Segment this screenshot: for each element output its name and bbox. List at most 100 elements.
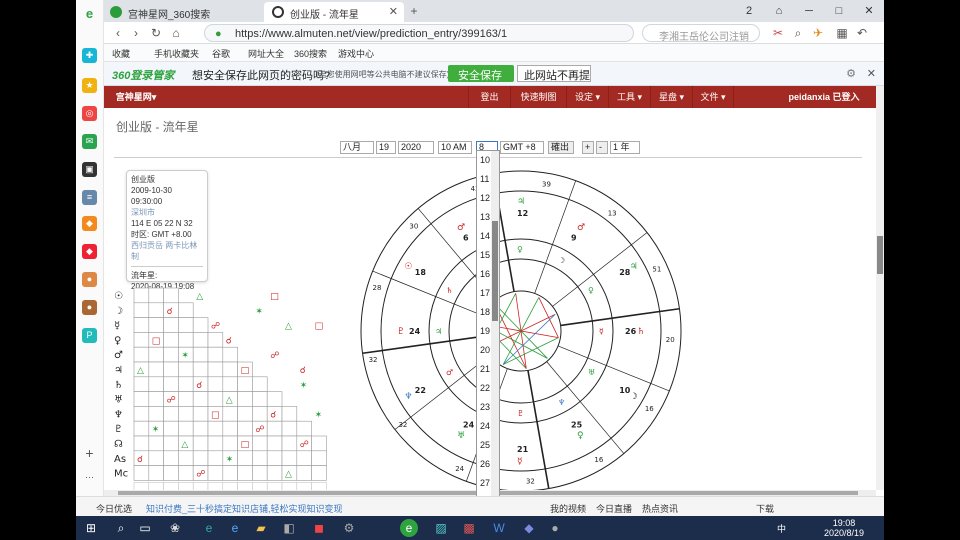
status-download[interactable]: 下载 (756, 502, 774, 515)
bookmark-item[interactable]: 谷歌 (212, 47, 230, 60)
task-view-icon[interactable]: ▭ (136, 519, 154, 537)
day-select[interactable]: 19 (376, 141, 396, 154)
aspect-glyph: ✶ (300, 381, 308, 391)
vertical-scrollbar[interactable] (876, 86, 884, 490)
scroll-thumb[interactable] (877, 236, 883, 274)
edge-icon[interactable]: e (226, 519, 244, 537)
apply-button[interactable]: 確出 (548, 141, 574, 154)
mail-icon[interactable]: ✉ (82, 134, 97, 149)
page-icon (272, 6, 284, 18)
tab-active[interactable]: 创业版 - 流年星 ✕ (264, 2, 404, 22)
cusp-degree: 30 (409, 222, 418, 230)
shop2-icon[interactable]: ◆ (82, 244, 97, 259)
home-button[interactable]: ⌂ (168, 25, 184, 41)
aspect-cell (237, 465, 253, 481)
app-icon[interactable]: ● (546, 519, 564, 537)
aspect-cell (133, 332, 150, 348)
file-menu[interactable]: 文件 ▾ (692, 86, 734, 108)
timezone-select[interactable]: GMT +8 (500, 141, 544, 154)
news-icon[interactable]: ▣ (82, 162, 97, 177)
close-window-button[interactable]: ✕ (854, 0, 884, 22)
ie-icon[interactable]: e (200, 519, 218, 537)
search-icon[interactable]: ⌕ (112, 519, 130, 537)
step-select[interactable]: 1 年 (610, 141, 640, 154)
windows-start-icon[interactable]: ⊞ (82, 519, 100, 537)
star-icon[interactable]: ★ (82, 78, 97, 93)
extension-icon[interactable]: ✂ (770, 25, 786, 41)
apps-icon[interactable]: ▦ (834, 25, 850, 41)
settings-menu[interactable]: 设定 ▾ (566, 86, 608, 108)
status-live[interactable]: 今日直播 (596, 502, 632, 515)
status-hot[interactable]: 热点资讯 (642, 502, 678, 515)
photos-icon[interactable]: ▨ (432, 519, 450, 537)
hour-select[interactable]: 10 AM (438, 141, 472, 154)
close-icon[interactable]: ✕ (867, 67, 876, 80)
aspect-cell (222, 420, 238, 437)
status-left[interactable]: 今日优选 (96, 502, 132, 515)
minimize-button[interactable]: ─ (794, 0, 824, 22)
app-icon[interactable]: ⚙ (340, 519, 358, 537)
aspect-glyph: □ (152, 336, 161, 346)
store-icon[interactable]: ◧ (280, 519, 298, 537)
forward-button[interactable]: › (128, 25, 144, 41)
browser-360-icon[interactable]: e (400, 519, 418, 537)
office-icon[interactable]: ◼ (310, 519, 328, 537)
more-icon[interactable]: ⋯ (82, 470, 97, 485)
aspect-cell (148, 406, 164, 422)
logout-link[interactable]: 登出 (468, 86, 510, 108)
folder-icon[interactable]: ▰ (252, 519, 270, 537)
sign-glyph: ♄ (446, 286, 453, 295)
page-content: 创业版 - 流年星 八月 19 2020 10 AM 8 GMT +8 確出 +… (104, 108, 876, 496)
bookmark-item[interactable]: 收藏 (112, 47, 130, 60)
month-select[interactable]: 八月 (340, 141, 374, 154)
status-news[interactable]: 知识付费_三十秒搞定知识店铺,轻松实现知识变现 (146, 502, 343, 515)
clock[interactable]: 19:08 2020/8/19 (814, 518, 874, 538)
browser-e-icon[interactable]: e (82, 6, 97, 21)
app-icon[interactable]: ◆ (520, 519, 538, 537)
game2-icon[interactable]: ● (82, 300, 97, 315)
dropdown-scrollbar[interactable] (491, 151, 499, 496)
maximize-button[interactable]: □ (824, 0, 854, 22)
quick-chart-link[interactable]: 快速制图 (510, 86, 566, 108)
search-input[interactable]: 李湘王岳伦公司注销 (642, 24, 760, 43)
weibo-icon[interactable]: ◎ (82, 106, 97, 121)
back-button[interactable]: ‹ (110, 25, 126, 41)
gear-icon[interactable]: ⚙ (846, 67, 856, 80)
safe-save-button[interactable]: 安全保存 (448, 65, 514, 82)
p-icon[interactable]: P (82, 328, 97, 343)
close-icon[interactable]: ✕ (389, 5, 398, 18)
bookmark-item[interactable]: 游戏中心 (338, 47, 374, 60)
year-input[interactable]: 2020 (398, 141, 434, 154)
reload-button[interactable]: ↻ (148, 25, 164, 41)
status-video[interactable]: 我的视频 (550, 502, 586, 515)
extension-icon[interactable]: ✈ (810, 25, 826, 41)
new-tab-button[interactable]: + (406, 3, 422, 19)
bookmark-item[interactable]: 网址大全 (248, 47, 284, 60)
bookmark-item[interactable]: 手机收藏夹 (154, 47, 199, 60)
word-icon[interactable]: W (490, 519, 508, 537)
minus-button[interactable]: - (596, 141, 608, 154)
aspect-cell (178, 391, 194, 407)
tab-count-button[interactable]: 2 (734, 0, 764, 22)
shop-icon[interactable]: ◆ (82, 216, 97, 231)
app-icon[interactable]: ▩ (460, 519, 478, 537)
never-prompt-button[interactable]: 此网站不再提示 (517, 65, 591, 98)
address-bar[interactable]: ● https://www.almuten.net/view/predictio… (204, 24, 634, 42)
site-brand-menu[interactable]: 宫神星网▾ (108, 86, 164, 108)
zoom-icon[interactable]: ⌕ (790, 25, 806, 41)
app-icon[interactable]: ❀ (166, 519, 184, 537)
tools-menu[interactable]: 工具 ▾ (608, 86, 650, 108)
plus-button[interactable]: + (582, 141, 594, 154)
chart-menu[interactable]: 星盘 ▾ (650, 86, 692, 108)
skin-button[interactable]: ⌂ (764, 0, 794, 22)
minute-dropdown-list[interactable]: 1011121314151617181920212223242526272829 (476, 150, 500, 496)
scroll-thumb[interactable] (492, 221, 498, 321)
game-icon[interactable]: ● (82, 272, 97, 287)
aspect-cell (252, 435, 268, 452)
sidebar-plus-icon[interactable]: ✚ (82, 48, 97, 63)
bookmark-item[interactable]: 360搜索 (294, 47, 327, 60)
add-icon[interactable]: + (82, 446, 97, 461)
language-indicator[interactable]: 中 (777, 522, 786, 535)
doc-icon[interactable]: ≡ (82, 190, 97, 205)
undo-icon[interactable]: ↶ (854, 25, 870, 41)
